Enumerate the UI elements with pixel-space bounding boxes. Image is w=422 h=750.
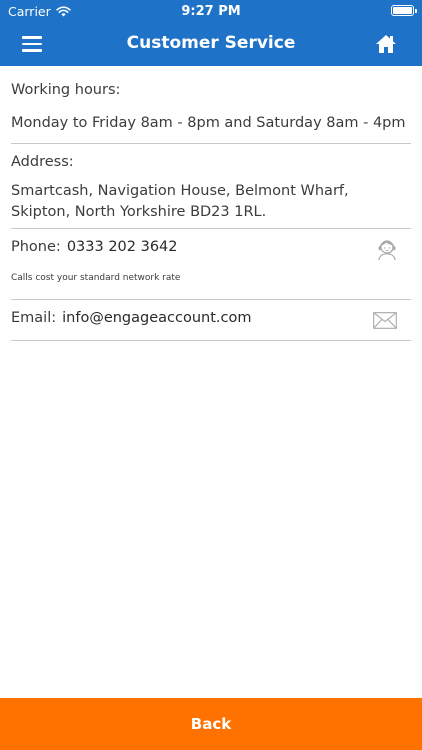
address-label: Address: [11, 154, 74, 170]
phone-rate-note: Calls cost your standard network rate [11, 273, 181, 283]
menu-line [22, 49, 42, 52]
mail-icon[interactable] [373, 312, 397, 329]
phone-row: Phone: 0333 202 3642 [11, 239, 178, 255]
back-button[interactable]: Back [0, 698, 422, 750]
home-icon[interactable] [374, 32, 398, 56]
email-row: Email: info@engageaccount.com [11, 310, 252, 326]
menu-line [22, 42, 42, 46]
address-value: Smartcash, Navigation House, Belmont Wha… [11, 183, 349, 220]
status-time: 9:27 PM [181, 4, 241, 19]
page-title: Customer Service [126, 33, 296, 53]
app-header: Carrier 9:27 PM Customer Service [0, 0, 422, 66]
menu-line [22, 36, 42, 39]
address-section: Address: Smartcash, Navigation House, Be… [11, 144, 411, 229]
phone-number-link[interactable]: 0333 202 3642 [67, 239, 178, 255]
battery-icon [391, 5, 417, 16]
status-bar: Carrier 9:27 PM [0, 0, 422, 22]
working-hours-label: Working hours: [11, 82, 121, 98]
working-hours-section: Working hours: Monday to Friday 8am - 8p… [11, 66, 411, 144]
email-section: Email: info@engageaccount.com [11, 300, 411, 341]
working-hours-value: Monday to Friday 8am - 8pm and Saturday … [11, 115, 406, 131]
battery-level [393, 7, 412, 14]
email-address-link[interactable]: info@engageaccount.com [62, 310, 251, 326]
phone-section: Phone: 0333 202 3642 Calls cost your sta… [11, 229, 411, 300]
hamburger-menu-icon[interactable] [22, 32, 48, 56]
contact-details: Working hours: Monday to Friday 8am - 8p… [11, 66, 411, 341]
customer-service-screen: Carrier 9:27 PM Customer Service Working… [0, 0, 422, 750]
phone-label: Phone: [11, 239, 61, 255]
email-label: Email: [11, 310, 57, 326]
customer-support-icon[interactable] [375, 237, 399, 261]
nav-bar: Customer Service [0, 22, 422, 66]
